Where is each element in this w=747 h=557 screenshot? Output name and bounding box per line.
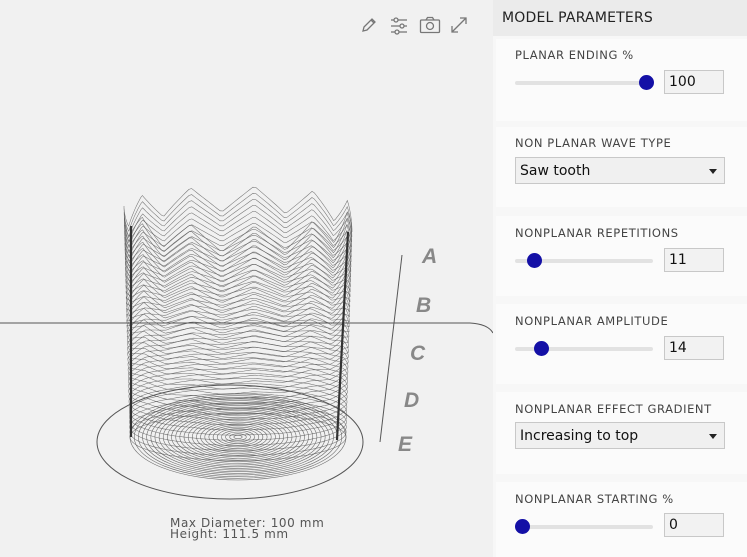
axis-letter-c: C [410, 342, 426, 365]
caret-down-icon [709, 434, 717, 439]
axis-letter-b: B [416, 294, 431, 317]
wave-type-select[interactable]: Saw tooth [515, 157, 725, 184]
planar-ending-input[interactable]: 100 [664, 70, 724, 94]
param-label: NONPLANAR AMPLITUDE [515, 314, 669, 328]
height-label: Height: 111.5 mm [170, 527, 289, 541]
param-starting: NONPLANAR STARTING % 0 [496, 482, 747, 557]
axis-letter-e: E [398, 433, 413, 456]
slider-thumb[interactable] [515, 519, 530, 534]
amplitude-slider[interactable] [515, 341, 653, 356]
starting-slider[interactable] [515, 519, 653, 534]
parameters-panel: MODEL PARAMETERS PLANAR ENDING % 100 NON… [493, 0, 747, 557]
panel-title: MODEL PARAMETERS [493, 0, 747, 36]
slider-thumb[interactable] [533, 341, 549, 356]
param-label: NONPLANAR REPETITIONS [515, 226, 679, 240]
param-label: PLANAR ENDING % [515, 48, 634, 62]
param-label: NONPLANAR EFFECT GRADIENT [515, 402, 712, 416]
pencil-icon[interactable] [360, 16, 384, 40]
select-value: Increasing to top [520, 428, 639, 444]
slider-thumb[interactable] [527, 253, 543, 268]
param-amplitude: NONPLANAR AMPLITUDE 14 [496, 304, 747, 384]
starting-input[interactable]: 0 [664, 513, 724, 537]
param-label: NON PLANAR WAVE TYPE [515, 136, 672, 150]
repetitions-input[interactable]: 11 [664, 248, 724, 272]
axis-letter-d: D [404, 389, 419, 412]
caret-down-icon [709, 169, 717, 174]
model-viewport[interactable]: A B C D E Max Diameter: 100 mm Height: 111.5 m… [0, 0, 493, 557]
model-preview[interactable]: ABCDEMax Diameter: 100 mmHeight: 111.5 m… [0, 0, 493, 557]
expand-icon[interactable] [450, 16, 474, 40]
effect-gradient-select[interactable]: Increasing to top [515, 422, 725, 449]
planar-ending-slider[interactable] [515, 75, 654, 90]
sliders-icon[interactable] [389, 16, 413, 40]
param-label: NONPLANAR STARTING % [515, 492, 674, 506]
param-planar-ending: PLANAR ENDING % 100 [496, 39, 747, 121]
param-wave-type: NON PLANAR WAVE TYPE Saw tooth [496, 127, 747, 207]
axis-letter-a: A [421, 245, 437, 268]
slider-thumb[interactable] [639, 75, 654, 90]
select-value: Saw tooth [520, 163, 591, 179]
param-effect-gradient: NONPLANAR EFFECT GRADIENT Increasing to … [496, 392, 747, 474]
param-repetitions: NONPLANAR REPETITIONS 11 [496, 216, 747, 296]
repetitions-slider[interactable] [515, 253, 653, 268]
camera-icon[interactable] [419, 16, 443, 40]
amplitude-input[interactable]: 14 [664, 336, 724, 360]
